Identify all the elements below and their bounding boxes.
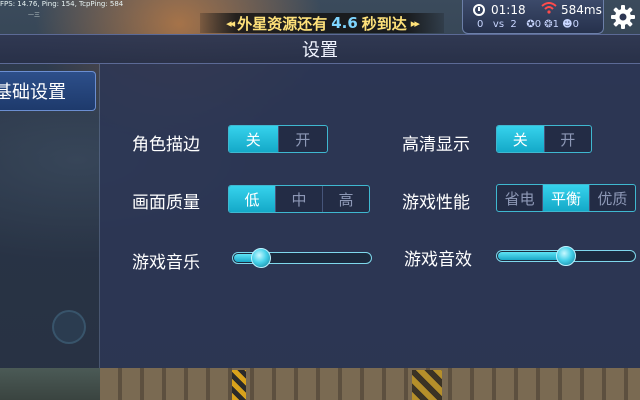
hd-toggle: 关 开 (496, 125, 592, 153)
sfx-label: 游戏音效 (404, 250, 472, 270)
top-hud: FPS: 14.76, Ping: 154, TcpPing: 584 一三 ◂… (0, 0, 640, 34)
quality-option-mid[interactable]: 中 (275, 186, 322, 212)
score-row: 0 vs 2 ✪0 ❂1 ☻0 (477, 19, 579, 30)
score-vs: vs (492, 19, 505, 30)
tab-basic-settings-label: 基础设置 (0, 82, 66, 103)
outline-label: 角色描边 (132, 135, 200, 155)
score-left: 0 (477, 19, 484, 30)
perf-option-quality[interactable]: 优质 (588, 185, 635, 211)
music-volume-slider[interactable] (232, 248, 372, 268)
perf-selector: 省电 平衡 优质 (496, 184, 636, 212)
tab-basic-settings[interactable]: 基础设置 (0, 71, 96, 111)
ping-value: 584ms (561, 3, 602, 17)
outline-option-on[interactable]: 开 (277, 126, 328, 152)
wifi-signal-icon (541, 2, 557, 14)
left-arrows-icon: ◂◂ (226, 16, 235, 30)
settings-tab-column: 基础设置 (0, 64, 100, 368)
fps-debug-text: FPS: 14.76, Ping: 154, TcpPing: 584 (0, 0, 124, 8)
hd-option-off[interactable]: 关 (497, 126, 544, 152)
settings-gear-button[interactable] (608, 2, 638, 32)
outline-toggle: 关 开 (228, 125, 328, 153)
music-slider-knob[interactable] (251, 248, 271, 268)
striped-crate (412, 370, 442, 400)
perf-option-balanced[interactable]: 平衡 (542, 185, 589, 211)
perf-label: 游戏性能 (402, 193, 470, 213)
right-arrows-icon: ▸▸ (410, 16, 420, 30)
hd-label: 高清显示 (402, 135, 470, 155)
perf-option-saver[interactable]: 省电 (497, 185, 542, 211)
striped-barrier (232, 370, 246, 400)
score-right: 2 (510, 19, 517, 30)
announcement-prefix: 外星资源还有 (237, 14, 328, 33)
outline-option-off[interactable]: 关 (229, 126, 278, 152)
match-timer: 01:18 (491, 3, 526, 17)
sfx-volume-slider[interactable] (496, 246, 636, 266)
quality-option-high[interactable]: 高 (322, 186, 369, 212)
match-status-box: 01:18 584ms 0 vs 2 ✪0 ❂1 ☻0 (462, 0, 604, 34)
quality-option-low[interactable]: 低 (229, 186, 275, 212)
settings-panel: 角色描边 关 开 高清显示 关 开 画面质量 低 中 高 游戏性能 省电 平衡 … (100, 64, 640, 368)
fps-sub-text: 一三 (28, 12, 41, 19)
quality-label: 画面质量 (132, 193, 200, 213)
hd-option-on[interactable]: 开 (543, 126, 592, 152)
quality-selector: 低 中 高 (228, 185, 370, 213)
sfx-slider-knob[interactable] (556, 246, 576, 266)
clock-icon (473, 4, 485, 16)
announcement-banner: ◂◂ 外星资源还有 4.6 秒到达 ▸▸ (200, 13, 444, 33)
announcement-countdown: 4.6 (331, 14, 358, 32)
gear-icon (611, 5, 635, 29)
announcement-suffix: 秒到达 (361, 14, 407, 33)
game-floor (100, 368, 640, 400)
kill-stats: ✪0 ❂1 ☻0 (526, 19, 579, 30)
settings-title-bar: 设置 (0, 34, 640, 64)
game-floor-left (0, 368, 100, 400)
music-label: 游戏音乐 (132, 253, 200, 273)
settings-title: 设置 (302, 40, 338, 61)
